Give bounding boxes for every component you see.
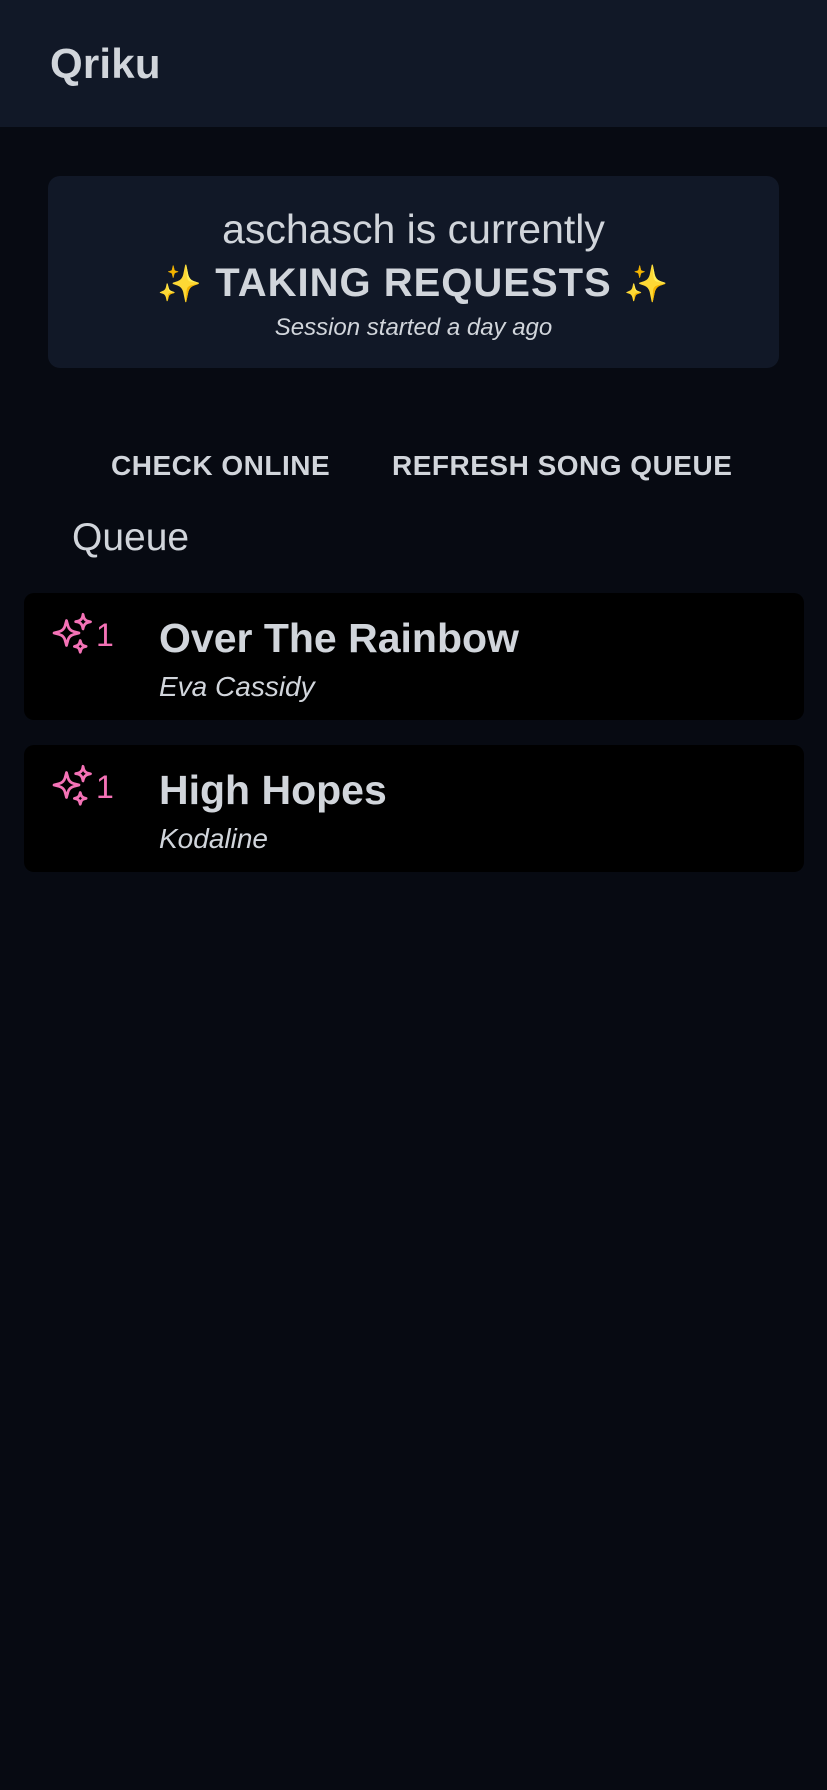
check-online-button[interactable]: CHECK ONLINE [111, 444, 330, 488]
status-state-label: TAKING REQUESTS [215, 261, 612, 305]
session-started-text: Session started a day ago [274, 314, 553, 341]
status-intro: aschasch is currently [222, 206, 605, 252]
sparkle-left-icon: ✨ [157, 263, 204, 304]
song-artist: Eva Cassidy [159, 671, 315, 702]
vote-count: 1 [96, 768, 114, 805]
queue-item: 1 High Hopes Kodaline [24, 745, 804, 872]
sparkles-icon [50, 763, 94, 812]
song-artist: Kodaline [159, 823, 268, 854]
app-header: Qriku [0, 0, 827, 127]
vote-count: 1 [96, 616, 114, 653]
queue-heading: Queue [72, 516, 190, 559]
refresh-song-queue-button[interactable]: REFRESH SONG QUEUE [392, 444, 732, 488]
upvote-button[interactable]: 1 [50, 763, 114, 812]
app-title[interactable]: Qriku [50, 40, 161, 88]
song-title: Over The Rainbow [159, 615, 519, 661]
queue-item: 1 Over The Rainbow Eva Cassidy [24, 593, 804, 720]
sparkle-right-icon: ✨ [623, 263, 670, 304]
song-title: High Hopes [159, 767, 387, 813]
upvote-button[interactable]: 1 [50, 611, 114, 660]
status-card: aschasch is currently ✨ TAKING REQUESTS … [48, 176, 779, 368]
sparkles-icon [50, 611, 94, 660]
status-state: ✨ TAKING REQUESTS ✨ [48, 261, 779, 306]
